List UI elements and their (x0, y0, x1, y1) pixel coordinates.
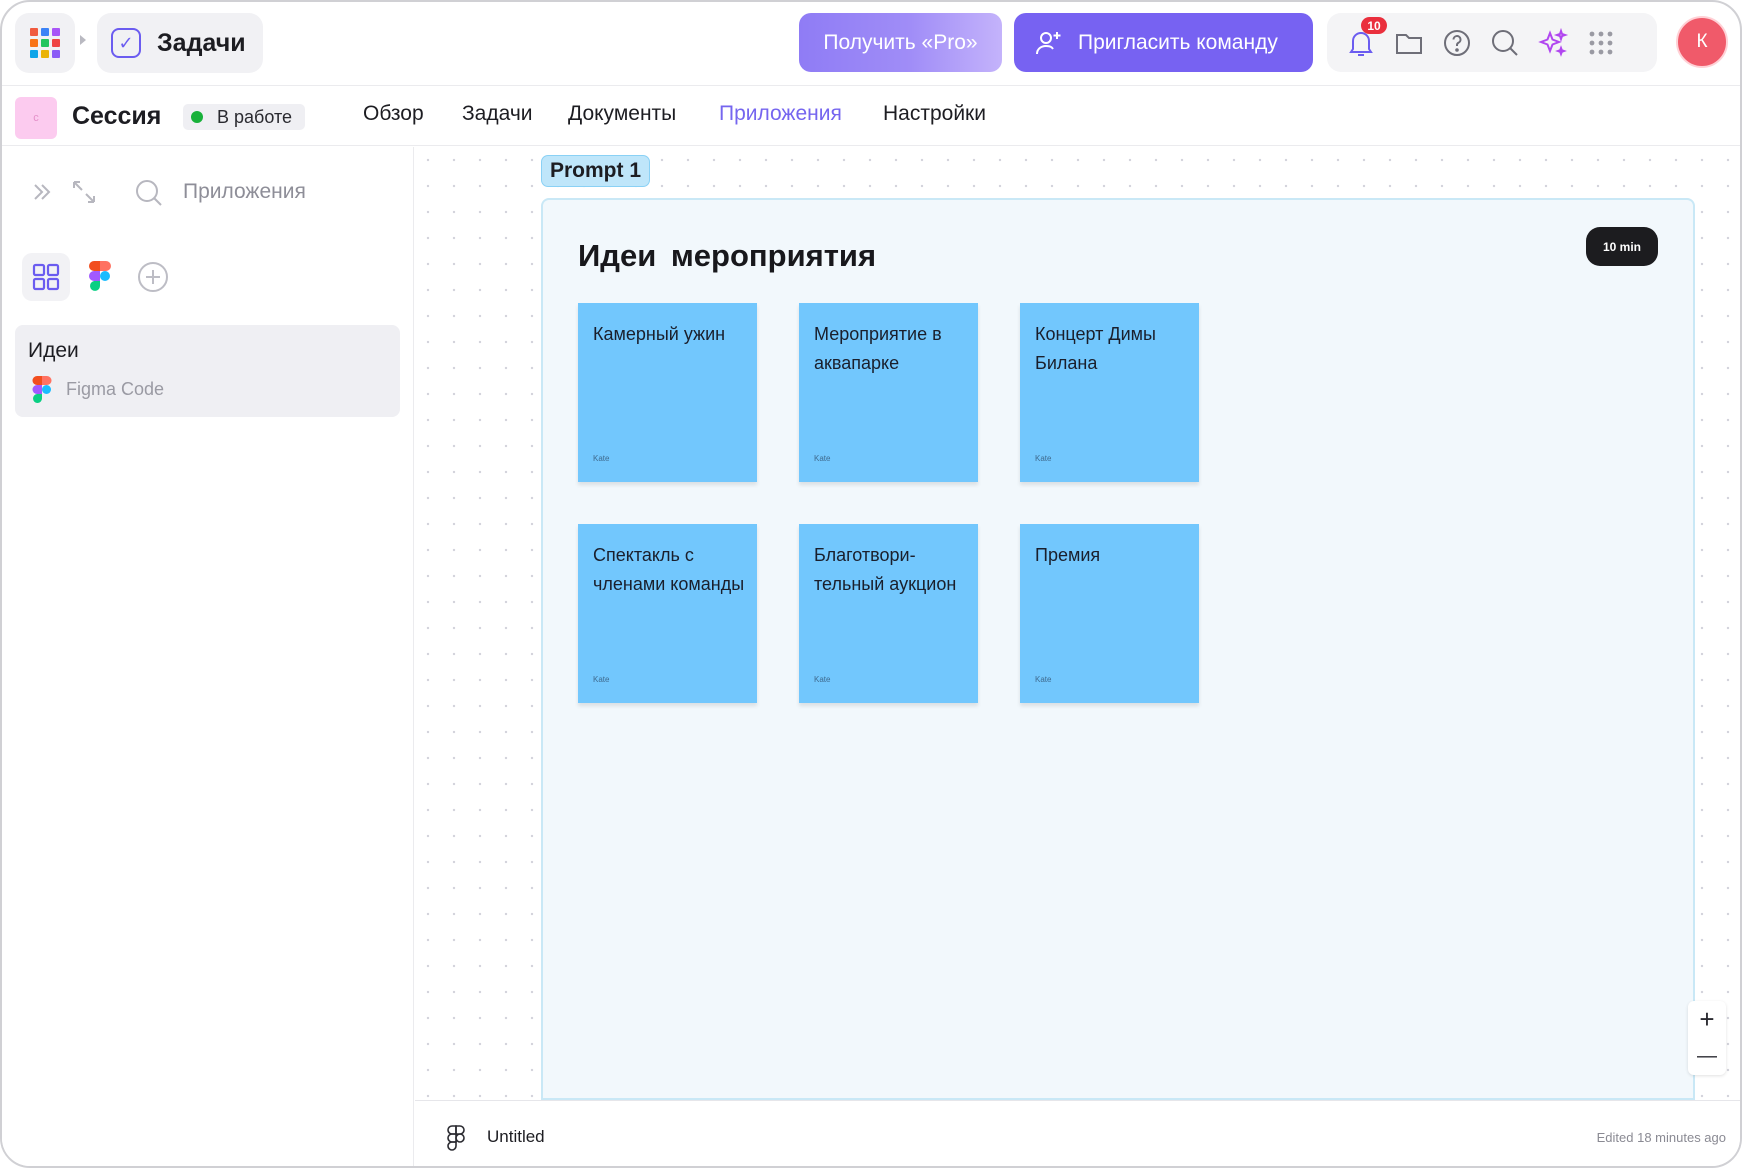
app-window: ✓ Задачи Получить «Pro» Пригласить коман… (0, 0, 1742, 1168)
project-icon: с (15, 97, 57, 139)
notification-badge: 10 (1361, 17, 1387, 34)
tab-tasks[interactable]: Задачи (462, 102, 533, 126)
search-button[interactable] (1487, 25, 1523, 61)
folder-button[interactable] (1391, 25, 1427, 61)
add-user-icon (1036, 31, 1061, 54)
sidebar-item-ideas[interactable]: Идеи Figma Code (15, 325, 400, 417)
sticky-note-author: Kate (1035, 675, 1052, 684)
sticky-note[interactable]: Камерный ужин Kate (578, 303, 757, 482)
app-switcher-button[interactable] (15, 13, 75, 73)
sticky-note-text: Мероприятие в аквапарке (814, 324, 942, 373)
project-title[interactable]: Сессия (72, 102, 161, 131)
sticky-note[interactable]: Благотвори-тельный аукцион Kate (799, 524, 978, 703)
breadcrumb-arrow-icon (80, 35, 86, 45)
sidebar-item-title: Идеи (28, 339, 79, 362)
sticky-note-author: Kate (593, 675, 610, 684)
sparkles-icon (1538, 27, 1569, 57)
zoom-out-button[interactable]: — (1688, 1038, 1726, 1075)
file-footer: Untitled Edited 18 minutes ago (415, 1100, 1740, 1166)
help-icon (1444, 30, 1470, 56)
sticky-note[interactable]: Спектакль с членами команды Kate (578, 524, 757, 703)
apps-menu-button[interactable] (1583, 25, 1619, 61)
figma-icon (32, 376, 52, 403)
sidebar-tab-grid[interactable] (22, 253, 70, 301)
zoom-controls: + — (1688, 1001, 1726, 1075)
sticky-note-text: Камерный ужин (593, 324, 726, 344)
frame-title[interactable]: Идеи мероприятия (578, 238, 876, 274)
sticky-note-text: Благотвори-тельный аукцион (814, 545, 957, 594)
sticky-note-text: Спектакль с членами команды (593, 545, 745, 594)
sticky-note-author: Kate (1035, 454, 1052, 463)
timer-badge[interactable]: 10 min (1586, 227, 1658, 266)
sticky-note-text: Концерт Димы Билана (1035, 324, 1156, 373)
figma-outline-icon (447, 1125, 465, 1151)
dots-grid-icon (1589, 31, 1613, 55)
sticky-note[interactable]: Концерт Димы Билана Kate (1020, 303, 1199, 482)
zoom-in-button[interactable]: + (1688, 1001, 1726, 1038)
top-bar: ✓ Задачи Получить «Pro» Пригласить коман… (2, 2, 1740, 86)
tab-overview[interactable]: Обзор (363, 102, 424, 126)
ai-button[interactable] (1535, 25, 1571, 61)
sidebar-item-subtitle: Figma Code (66, 379, 165, 399)
tab-apps[interactable]: Приложения (719, 102, 842, 126)
figma-icon[interactable] (86, 260, 114, 294)
app-title-button[interactable]: ✓ Задачи (97, 13, 263, 73)
grid-icon (32, 263, 60, 291)
avatar[interactable]: К (1676, 16, 1728, 68)
search-icon (1492, 30, 1518, 56)
expand-sidebar-icon[interactable] (30, 180, 54, 204)
status-label: В работе (217, 106, 293, 127)
sticky-note-author: Kate (814, 454, 831, 463)
edited-timestamp: Edited 18 minutes ago (1596, 1130, 1726, 1145)
add-app-icon[interactable] (136, 260, 170, 294)
file-name[interactable]: Untitled (487, 1127, 545, 1147)
folder-icon (1396, 34, 1422, 54)
sticky-note-text: Премия (1035, 545, 1101, 565)
sticky-note-author: Kate (814, 675, 831, 684)
status-badge[interactable]: В работе (183, 104, 305, 130)
app-title: Задачи (157, 28, 246, 57)
invite-team-button[interactable]: Пригласить команду (1014, 13, 1313, 72)
fullscreen-icon[interactable] (70, 178, 98, 206)
sticky-note-author: Kate (593, 454, 610, 463)
sidebar-search-label[interactable]: Приложения (183, 180, 306, 204)
help-button[interactable] (1439, 25, 1475, 61)
status-dot-icon (191, 111, 203, 123)
sticky-note[interactable]: Премия Kate (1020, 524, 1199, 703)
tab-settings[interactable]: Настройки (883, 102, 986, 126)
checkbox-icon: ✓ (111, 28, 141, 58)
invite-team-label: Пригласить команду (1078, 30, 1278, 54)
get-pro-button[interactable]: Получить «Pro» (799, 13, 1002, 72)
search-icon[interactable] (134, 178, 164, 208)
app-grid-icon (30, 28, 60, 58)
prompt-label[interactable]: Prompt 1 (541, 155, 650, 187)
sticky-note[interactable]: Мероприятие в аквапарке Kate (799, 303, 978, 482)
tab-documents[interactable]: Документы (568, 102, 676, 126)
